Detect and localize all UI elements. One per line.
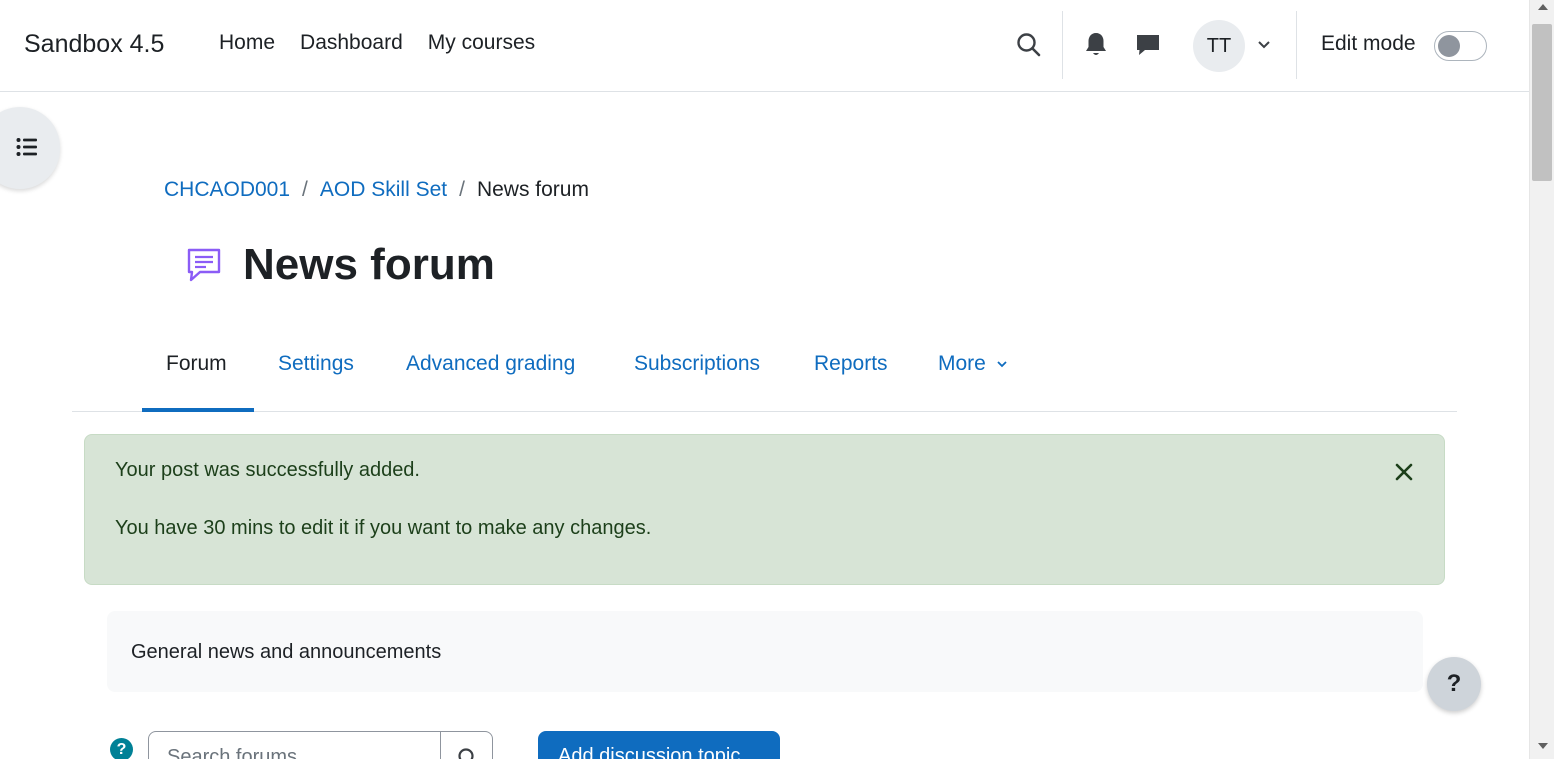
success-alert: Your post was successfully added. You ha…	[84, 434, 1445, 585]
breadcrumb-current: News forum	[476, 178, 589, 201]
scroll-up-arrow[interactable]	[1538, 4, 1548, 10]
breadcrumb-course-link[interactable]: CHCAOD001	[164, 178, 290, 202]
toggle-knob	[1438, 35, 1460, 57]
tab-forum[interactable]: Forum	[166, 352, 227, 376]
chevron-down-icon[interactable]	[1256, 37, 1272, 53]
search-icon	[458, 748, 474, 759]
edit-mode-label: Edit mode	[1321, 32, 1416, 55]
chevron-down-icon	[997, 361, 1007, 368]
tab-advanced-grading[interactable]: Advanced grading	[406, 352, 575, 376]
active-tab-indicator	[142, 408, 254, 412]
course-index-toggle-button[interactable]	[0, 107, 60, 189]
search-icon[interactable]	[1014, 30, 1044, 60]
user-avatar[interactable]: TT	[1193, 20, 1245, 72]
breadcrumb-separator: /	[302, 178, 308, 201]
search-button[interactable]	[440, 732, 492, 759]
nav-home-link[interactable]: Home	[219, 31, 275, 55]
nav-dashboard-link[interactable]: Dashboard	[300, 31, 403, 55]
forum-icon	[184, 245, 224, 285]
bell-icon[interactable]	[1083, 31, 1109, 59]
tab-reports[interactable]: Reports	[814, 352, 888, 376]
secondary-navigation: Forum Settings Advanced grading Subscrip…	[72, 320, 1457, 412]
alert-message: Your post was successfully added.	[115, 459, 420, 481]
search-input[interactable]	[149, 732, 440, 759]
page-scrollbar[interactable]	[1529, 0, 1554, 759]
nav-divider	[1296, 11, 1297, 79]
forum-search	[148, 731, 493, 759]
top-navbar: Sandbox 4.5 Home Dashboard My courses TT…	[0, 0, 1529, 92]
breadcrumb-section-link[interactable]: AOD Skill Set	[320, 178, 447, 202]
chat-icon[interactable]	[1134, 32, 1162, 58]
nav-divider	[1062, 11, 1063, 79]
list-icon	[16, 138, 37, 156]
edit-mode-toggle[interactable]	[1434, 31, 1487, 61]
page-title: News forum	[243, 240, 495, 289]
help-button[interactable]: ?	[1427, 657, 1481, 711]
tab-settings[interactable]: Settings	[278, 352, 354, 376]
nav-my-courses-link[interactable]: My courses	[428, 31, 535, 55]
scroll-thumb[interactable]	[1532, 24, 1552, 181]
tab-more[interactable]: More	[938, 352, 1008, 376]
site-brand[interactable]: Sandbox 4.5	[24, 30, 164, 59]
breadcrumb: CHCAOD001 / AOD Skill Set / News forum	[164, 178, 589, 202]
alert-detail: You have 30 mins to edit it if you want …	[115, 517, 652, 539]
tab-more-label: More	[938, 352, 986, 375]
primary-navigation: Home Dashboard My courses	[219, 31, 535, 55]
forum-description-text: General news and announcements	[131, 641, 442, 663]
tab-subscriptions[interactable]: Subscriptions	[634, 352, 760, 376]
scroll-down-arrow[interactable]	[1538, 743, 1548, 749]
question-icon[interactable]: ?	[110, 738, 133, 759]
add-discussion-topic-button[interactable]: Add discussion topic	[538, 731, 780, 759]
breadcrumb-separator: /	[459, 178, 465, 201]
close-icon[interactable]	[1393, 461, 1415, 483]
forum-description: General news and announcements	[107, 611, 1423, 692]
